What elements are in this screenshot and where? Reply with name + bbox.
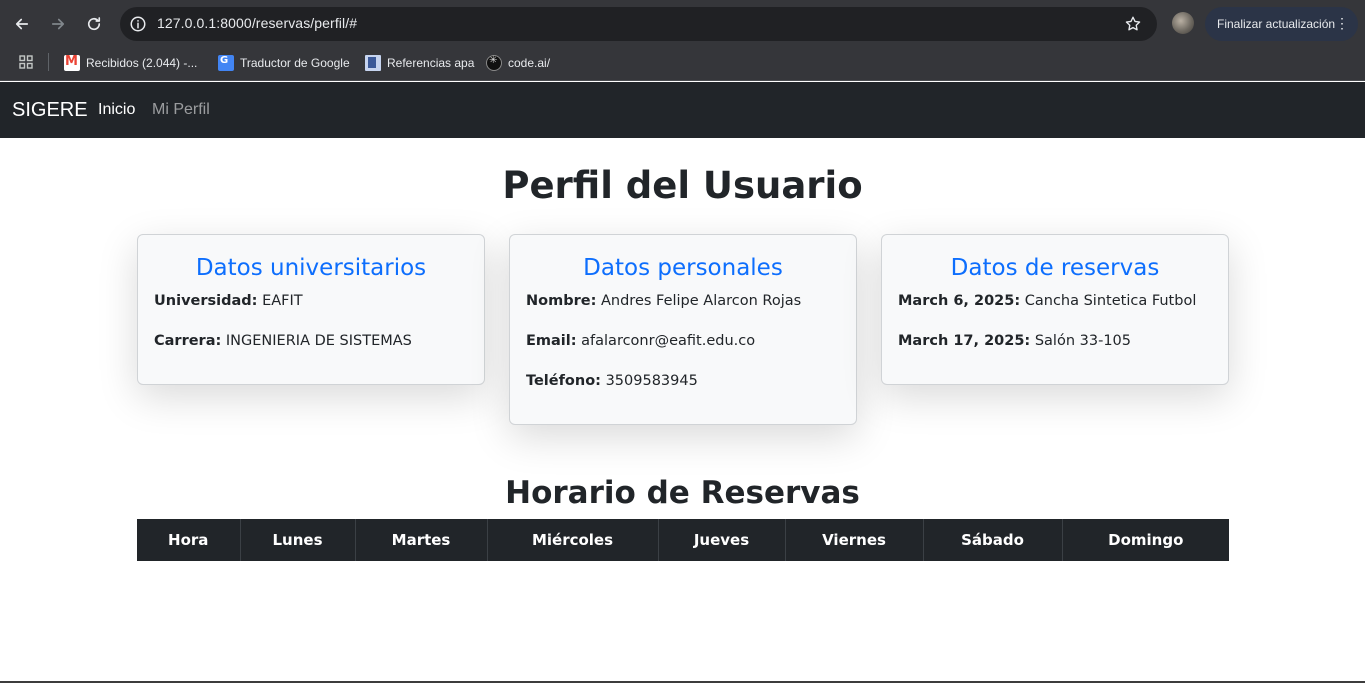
- field-value: Andres Felipe Alarcon Rojas: [600, 293, 802, 309]
- bookmark-star-icon[interactable]: [1124, 15, 1142, 33]
- field-label: Universidad:: [154, 293, 258, 309]
- reservation-date: March 17, 2025:: [898, 333, 1031, 349]
- reservation-entry: March 17, 2025: Salón 33-105: [898, 331, 1212, 351]
- forward-button[interactable]: [46, 12, 70, 36]
- column-header-hora: Hora: [168, 531, 209, 549]
- reservation-place: Cancha Sintetica Futbol: [1024, 293, 1197, 309]
- column-header-lunes: Lunes: [239, 519, 355, 561]
- field-email: Email: afalarconr@eafit.edu.co: [526, 331, 840, 351]
- field-value: EAFIT: [262, 293, 303, 309]
- update-button-label: Finalizar actualización: [1217, 17, 1336, 31]
- field-telefono: Teléfono: 3509583945: [526, 371, 840, 391]
- bookmark-referencias-apa[interactable]: Referencias apa: [365, 52, 474, 74]
- bookmark-code-ai[interactable]: code.ai/: [486, 52, 550, 74]
- card-title: Datos universitarios: [195, 255, 427, 281]
- field-carrera: Carrera: INGENIERIA DE SISTEMAS: [154, 331, 468, 351]
- card-title: Datos de reservas: [950, 255, 1160, 281]
- field-value: 3509583945: [605, 373, 698, 389]
- column-header-martes: Martes: [354, 519, 487, 561]
- nav-link-mi-perfil[interactable]: Mi Perfil: [152, 101, 210, 119]
- bookmark-gmail[interactable]: Recibidos (2.044) -...: [64, 52, 197, 74]
- reservation-place: Salón 33-105: [1034, 333, 1131, 349]
- field-label: Email:: [526, 333, 577, 349]
- field-label: Teléfono:: [526, 373, 601, 389]
- field-value: afalarconr@eafit.edu.co: [581, 333, 756, 349]
- field-label: Nombre:: [526, 293, 597, 309]
- schedule-title: Horario de Reservas: [505, 475, 860, 511]
- column-header-miercoles: Miércoles: [486, 519, 658, 561]
- bookmark-label: Traductor de Google: [240, 56, 350, 70]
- bookmarks-divider: [48, 53, 49, 71]
- reservation-date: March 6, 2025:: [898, 293, 1021, 309]
- schedule-table: Hora Lunes Martes Miércoles Jueves Viern…: [137, 519, 1229, 561]
- column-header-jueves: Jueves: [657, 519, 785, 561]
- bookmarks-bar: Recibidos (2.044) -... Traductor de Goog…: [0, 48, 1365, 81]
- field-value: INGENIERIA DE SISTEMAS: [225, 333, 412, 349]
- code-ai-icon: [486, 55, 502, 71]
- bookmark-google-translate[interactable]: Traductor de Google: [218, 52, 350, 74]
- column-header-sabado: Sábado: [922, 519, 1062, 561]
- column-header-viernes: Viernes: [784, 519, 923, 561]
- field-universidad: Universidad: EAFIT: [154, 291, 468, 311]
- kebab-menu-icon[interactable]: ⋮: [1335, 15, 1349, 31]
- page-title: Perfil del Usuario: [502, 164, 863, 207]
- reload-button[interactable]: [82, 12, 106, 36]
- browser-toolbar: 127.0.0.1:8000/reservas/perfil/# Finaliz…: [0, 0, 1365, 48]
- profile-avatar[interactable]: [1172, 12, 1194, 34]
- card-datos-universitarios: Datos universitarios Universidad: EAFIT …: [137, 234, 485, 385]
- app-navbar: SIGERE Inicio Mi Perfil: [0, 82, 1365, 138]
- schedule-header-row: Hora Lunes Martes Miércoles Jueves Viern…: [137, 519, 1229, 561]
- url-text[interactable]: 127.0.0.1:8000/reservas/perfil/#: [157, 15, 357, 31]
- bookmark-label: Referencias apa: [387, 56, 475, 70]
- card-title: Datos personales: [583, 255, 783, 281]
- gmail-icon: [64, 54, 80, 71]
- card-datos-personales: Datos personales Nombre: Andres Felipe A…: [509, 234, 857, 425]
- card-datos-de-reservas: Datos de reservas March 6, 2025: Cancha …: [881, 234, 1229, 385]
- update-button[interactable]: Finalizar actualización ⋮: [1205, 7, 1358, 41]
- back-button[interactable]: [10, 12, 34, 36]
- address-bar[interactable]: 127.0.0.1:8000/reservas/perfil/#: [120, 7, 1157, 41]
- bookmark-label: Recibidos (2.044) -...: [86, 56, 198, 70]
- google-translate-icon: [218, 55, 234, 71]
- bookmark-label: code.ai/: [508, 56, 551, 70]
- book-icon: [365, 55, 381, 71]
- site-info-icon[interactable]: [129, 15, 147, 33]
- column-header-domingo: Domingo: [1061, 519, 1229, 561]
- reservation-entry: March 6, 2025: Cancha Sintetica Futbol: [898, 291, 1212, 311]
- navbar-brand[interactable]: SIGERE: [12, 99, 88, 122]
- field-label: Carrera:: [154, 333, 222, 349]
- field-nombre: Nombre: Andres Felipe Alarcon Rojas: [526, 291, 840, 311]
- nav-link-inicio[interactable]: Inicio: [98, 101, 135, 119]
- apps-grid-icon[interactable]: [18, 54, 34, 70]
